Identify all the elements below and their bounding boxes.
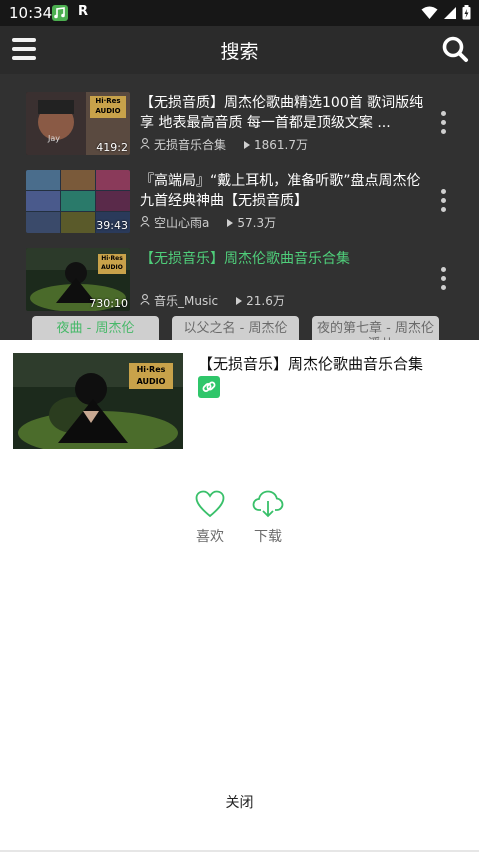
result-item[interactable]: 39:43 『高端局』“戴上耳机，准备听歌”盘点周杰伦九首经典神曲【无损音质】 … (0, 164, 479, 233)
signal-icon (443, 5, 457, 24)
uploader-name: 音乐_Music (154, 294, 219, 308)
top-app-bar: 搜索 (0, 26, 479, 74)
result-title: 【无损音乐】周杰伦歌曲音乐合集 (140, 251, 350, 267)
more-options-icon[interactable] (441, 111, 447, 138)
search-results-screen: 10:34 R 搜索 Hi·Res AUDIO Jay 419:2 【无损音质】… (0, 0, 479, 345)
result-thumbnail: Hi·Res AUDIO Jay 419:2 (26, 92, 130, 155)
like-label: 喜欢 (196, 529, 224, 545)
play-count: 57.3万 (237, 216, 277, 230)
uploader-name: 空山心雨a (154, 216, 210, 230)
duration-label: 419:2 (96, 141, 128, 154)
thumb-caption: Jay (48, 134, 60, 143)
more-options-icon[interactable] (441, 267, 447, 294)
status-bar: 10:34 R (0, 0, 479, 26)
result-item[interactable]: Hi·Res AUDIO 730:10 【无损音乐】周杰伦歌曲音乐合集 音乐_M… (0, 242, 479, 311)
heart-icon (195, 490, 225, 522)
result-title: 【无损音质】周杰伦歌曲精选100首 歌词版纯享 地表最高音质 每一首都是顶级文案… (140, 95, 424, 131)
download-label: 下载 (254, 529, 282, 545)
play-count-icon (244, 138, 251, 152)
duration-label: 730:10 (89, 297, 128, 310)
result-thumbnail: 39:43 (26, 170, 130, 233)
play-count: 1861.7万 (254, 138, 309, 152)
sheet-title: 【无损音乐】周杰伦歌曲音乐合集 (198, 355, 424, 373)
result-meta: 音乐_Music 21.6万 (140, 292, 285, 309)
hi-res-badge: Hi·Res AUDIO (129, 363, 173, 389)
duration-label: 39:43 (96, 219, 128, 232)
page-title: 搜索 (220, 41, 259, 63)
cloud-download-icon (252, 490, 284, 522)
uploader-icon (140, 137, 150, 152)
link-icon[interactable] (198, 376, 220, 398)
battery-icon (462, 5, 471, 24)
uploader-name: 无损音乐合集 (154, 138, 227, 152)
play-count-icon (236, 294, 243, 308)
close-button[interactable]: 关闭 (0, 792, 479, 812)
status-indicators (421, 5, 471, 24)
uploader-icon (140, 293, 150, 308)
result-item[interactable]: Hi·Res AUDIO Jay 419:2 【无损音质】周杰伦歌曲精选100首… (0, 86, 479, 155)
result-title: 『高端局』“戴上耳机，准备听歌”盘点周杰伦九首经典神曲【无损音质】 (140, 173, 421, 209)
status-time: 10:34 (9, 4, 53, 22)
play-count-icon (227, 216, 234, 230)
sheet-thumbnail: Hi·Res AUDIO (13, 353, 183, 449)
video-action-sheet: Hi·Res AUDIO 【无损音乐】周杰伦歌曲音乐合集 喜欢 下载 关闭 (0, 340, 479, 852)
play-count: 21.6万 (246, 294, 285, 308)
search-icon[interactable] (441, 35, 469, 67)
notification-r-icon: R (78, 4, 89, 19)
hi-res-badge: Hi·Res AUDIO (90, 96, 126, 118)
more-options-icon[interactable] (441, 189, 447, 216)
result-meta: 空山心雨a 57.3万 (140, 214, 276, 231)
result-thumbnail: Hi·Res AUDIO 730:10 (26, 248, 130, 311)
app-notification-icon (52, 5, 68, 21)
wifi-icon (421, 5, 438, 24)
download-button[interactable]: 下载 (248, 490, 288, 546)
uploader-icon (140, 215, 150, 230)
like-button[interactable]: 喜欢 (190, 490, 230, 546)
hi-res-badge: Hi·Res AUDIO (98, 254, 126, 274)
result-meta: 无损音乐合集 1861.7万 (140, 136, 308, 153)
